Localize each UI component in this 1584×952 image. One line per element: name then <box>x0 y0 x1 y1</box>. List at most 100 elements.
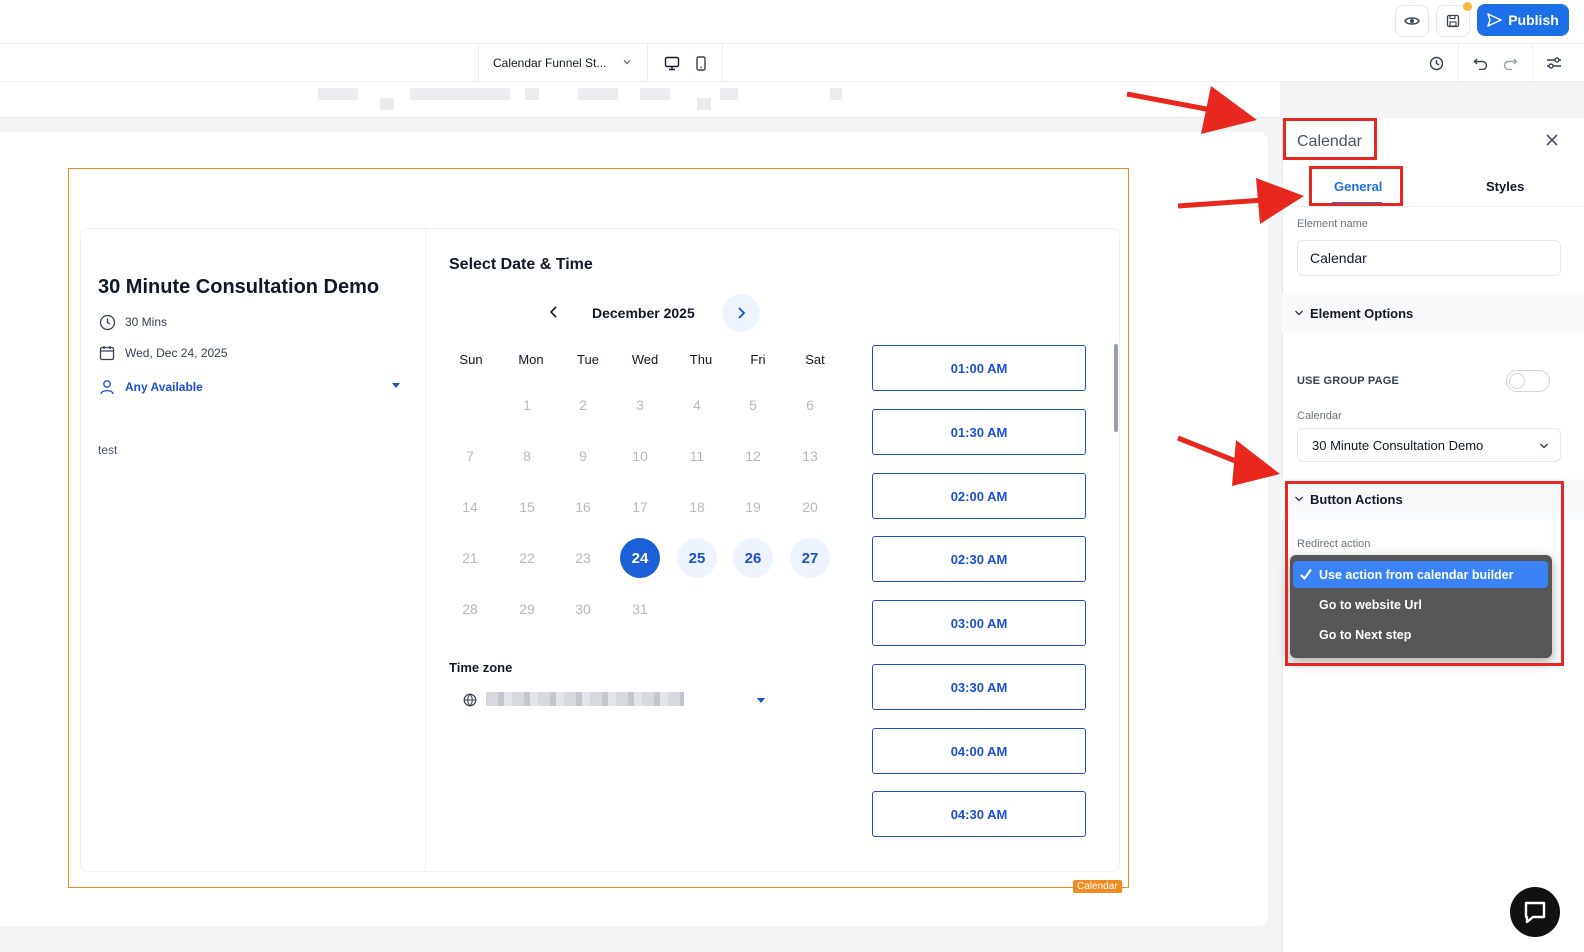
calendar-day-29: 29 <box>519 601 535 617</box>
calendar-select-value: 30 Minute Consultation Demo <box>1312 437 1484 453</box>
calendar-day-28: 28 <box>462 601 478 617</box>
element-name-label: Element name <box>1297 218 1368 230</box>
publish-button[interactable]: Publish <box>1477 4 1569 36</box>
calendar-day-19: 19 <box>745 499 761 515</box>
calendar-day-23: 23 <box>575 550 591 566</box>
calendar-day-22: 22 <box>519 550 535 566</box>
desktop-icon <box>664 56 680 70</box>
time-slot-button[interactable]: 01:00 AM <box>872 345 1086 391</box>
time-slot-button[interactable]: 02:00 AM <box>872 473 1086 519</box>
publish-label: Publish <box>1508 12 1559 28</box>
page-selector[interactable]: Calendar Funnel St... <box>478 44 648 82</box>
globe-icon <box>463 693 477 707</box>
divider <box>1282 206 1584 207</box>
calendar-day-12: 12 <box>745 448 761 464</box>
close-icon[interactable] <box>1544 132 1560 148</box>
divider <box>1458 44 1459 82</box>
blurred-ruler <box>0 82 1280 118</box>
caret-down-icon[interactable] <box>392 383 400 388</box>
calendar-day-27[interactable]: 27 <box>790 538 830 578</box>
toggle-knob <box>1509 373 1525 389</box>
weekday-label: Mon <box>518 352 544 367</box>
time-slot-button[interactable]: 02:30 AM <box>872 536 1086 582</box>
time-slot-button[interactable]: 04:30 AM <box>872 791 1086 837</box>
clock-icon <box>98 313 116 331</box>
calendar-select-label: Calendar <box>1297 410 1342 422</box>
preview-button[interactable] <box>1395 5 1429 37</box>
chevron-left-icon <box>549 306 557 318</box>
chat-widget-button[interactable] <box>1510 887 1560 937</box>
desktop-view-button[interactable] <box>661 53 683 73</box>
event-description: test <box>98 443 118 457</box>
history-icon <box>1429 56 1443 70</box>
calendar-day-2: 2 <box>579 397 587 413</box>
use-group-page-toggle[interactable] <box>1506 370 1550 392</box>
time-slot-button[interactable]: 03:00 AM <box>872 600 1086 646</box>
divider <box>1532 44 1533 82</box>
redo-icon <box>1503 58 1517 70</box>
mobile-icon <box>696 55 706 71</box>
highlight-box <box>1283 118 1377 160</box>
chevron-down-icon <box>1295 310 1303 316</box>
calendar-day-3: 3 <box>636 397 644 413</box>
history-button[interactable] <box>1427 54 1445 72</box>
timezone-value-blurred[interactable] <box>486 692 684 706</box>
weekday-label: Wed <box>631 352 659 367</box>
time-slot-button[interactable]: 03:30 AM <box>872 664 1086 710</box>
eye-icon <box>1404 17 1420 25</box>
time-slot-button[interactable]: 01:30 AM <box>872 409 1086 455</box>
timezone-label: Time zone <box>449 660 513 675</box>
save-icon <box>1446 14 1460 28</box>
use-group-page-label: USE GROUP PAGE <box>1297 375 1400 387</box>
chat-icon <box>1524 901 1546 924</box>
duration-row: 30 Mins <box>98 313 167 331</box>
calendar-day-21: 21 <box>462 550 478 566</box>
calendar-day-24[interactable]: 24 <box>620 538 660 578</box>
calendar-day-8: 8 <box>523 448 531 464</box>
calendar-day-1: 1 <box>523 397 531 413</box>
footer-strip <box>0 926 1282 952</box>
element-options-section[interactable]: Element Options <box>1282 293 1584 333</box>
weekday-label: Sun <box>459 352 483 367</box>
calendar-day-26[interactable]: 26 <box>733 538 773 578</box>
caret-down-icon[interactable] <box>757 698 765 703</box>
scrollbar[interactable] <box>1114 344 1118 432</box>
calendar-day-9: 9 <box>579 448 587 464</box>
date-row: Wed, Dec 24, 2025 <box>98 344 228 362</box>
annotation-arrow <box>1177 178 1304 224</box>
calendar-day-5: 5 <box>749 397 757 413</box>
settings-button[interactable] <box>1545 54 1563 72</box>
calendar-day-10: 10 <box>632 448 648 464</box>
chevron-right-icon <box>738 307 746 319</box>
calendar-day-31: 31 <box>632 601 648 617</box>
calendar-day-6: 6 <box>806 397 814 413</box>
date-text: Wed, Dec 24, 2025 <box>125 346 228 360</box>
weekday-label: Tue <box>577 352 599 367</box>
calendar-day-14: 14 <box>462 499 478 515</box>
calendar-day-13: 13 <box>802 448 818 464</box>
editor-subbar: Calendar Funnel St... <box>0 44 1584 82</box>
redo-button[interactable] <box>1501 54 1519 72</box>
host-text: Any Available <box>125 380 203 394</box>
time-slot-button[interactable]: 04:00 AM <box>872 728 1086 774</box>
host-selector[interactable]: Any Available <box>98 378 203 396</box>
calendar-day-30: 30 <box>575 601 591 617</box>
previous-month-button[interactable] <box>544 302 564 322</box>
chevron-down-icon <box>623 60 631 65</box>
divider <box>722 44 723 82</box>
mobile-view-button[interactable] <box>690 53 712 73</box>
highlight-box <box>1285 481 1564 666</box>
month-label: December 2025 <box>592 305 695 321</box>
calendar-day-25[interactable]: 25 <box>677 538 717 578</box>
calendar-day-20: 20 <box>802 499 818 515</box>
highlight-box <box>1309 166 1403 206</box>
annotation-arrow <box>1126 86 1257 134</box>
calendar-day-18: 18 <box>689 499 705 515</box>
calendar-day-17: 17 <box>632 499 648 515</box>
undo-button[interactable] <box>1471 54 1489 72</box>
tab-styles[interactable]: Styles <box>1486 179 1524 194</box>
calendar-select[interactable]: 30 Minute Consultation Demo <box>1297 428 1561 462</box>
next-month-button[interactable] <box>722 294 760 332</box>
weekday-label: Fri <box>750 352 766 367</box>
element-name-input[interactable] <box>1297 240 1561 276</box>
